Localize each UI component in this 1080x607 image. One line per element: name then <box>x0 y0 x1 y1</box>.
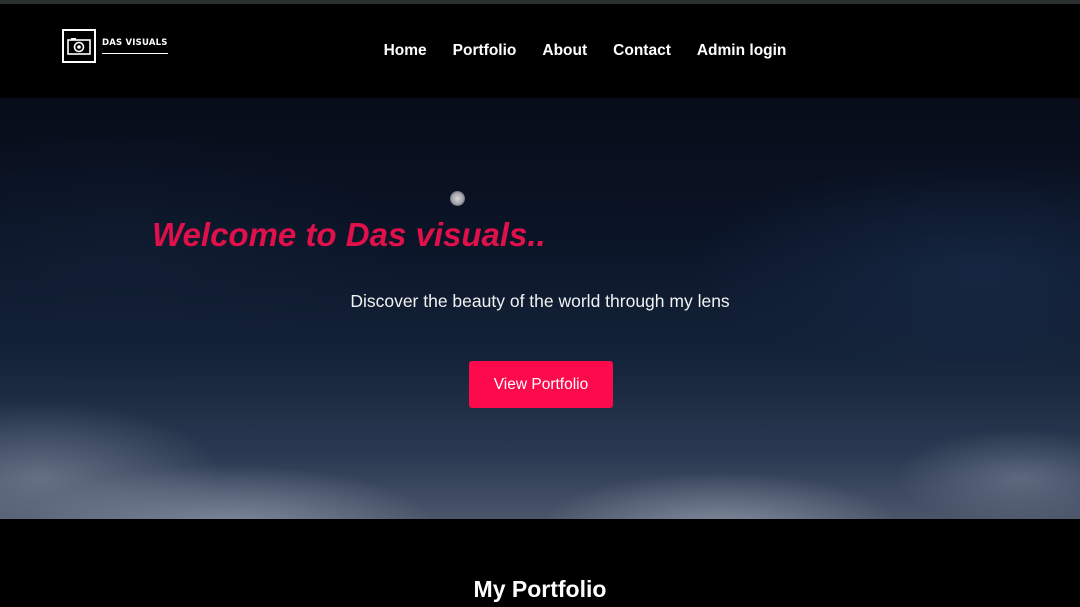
nav-home[interactable]: Home <box>384 42 427 60</box>
nav-menu: Home Portfolio About Contact Admin login <box>0 4 1080 98</box>
page: DAS VISUALS Home Portfolio About Contact… <box>0 0 1080 607</box>
navbar: DAS VISUALS Home Portfolio About Contact… <box>0 4 1080 98</box>
nav-about[interactable]: About <box>542 42 587 60</box>
nav-contact[interactable]: Contact <box>613 42 671 60</box>
moon-image-detail <box>450 191 465 206</box>
nav-admin-login[interactable]: Admin login <box>697 42 787 60</box>
portfolio-section: My Portfolio <box>0 519 1080 607</box>
view-portfolio-button[interactable]: View Portfolio <box>469 361 613 408</box>
hero-subtitle: Discover the beauty of the world through… <box>350 291 730 311</box>
nav-portfolio[interactable]: Portfolio <box>453 42 517 60</box>
portfolio-heading: My Portfolio <box>473 576 607 602</box>
hero-section: Welcome to Das visuals.. Discover the be… <box>0 98 1080 519</box>
hero-title: Welcome to Das visuals.. <box>152 216 546 253</box>
